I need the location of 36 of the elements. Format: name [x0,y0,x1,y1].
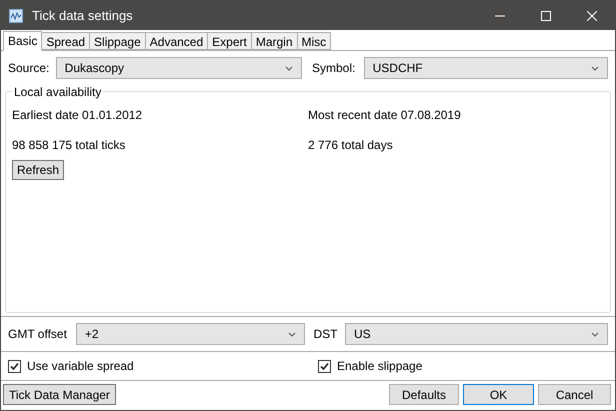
maximize-icon [541,10,551,20]
dropdown-caret-icon [590,66,599,70]
total-days-text: 2 776 total days [308,137,394,154]
total-ticks-text: 98 858 175 total ticks [12,137,126,154]
checkbox[interactable] [8,360,21,372]
symbol-label: Symbol: [312,60,356,77]
dst-label: DST [313,326,338,343]
tab[interactable]: Spread [41,32,90,50]
source-dropdown[interactable]: Dukascopy [56,57,302,79]
earliest-date-text: Earliest date 01.01.2012 [12,107,144,124]
dst-dropdown[interactable]: US [344,323,608,345]
gmt-offset-label: GMT offset [8,326,68,343]
app-icon [9,8,23,22]
tab[interactable]: Expert [207,32,252,50]
tab[interactable]: Basic [3,31,42,51]
defaults-button[interactable]: Defaults [389,384,459,405]
dropdown-caret-icon [288,332,296,336]
gmt-offset-dropdown[interactable]: +2 [76,323,306,345]
tab[interactable]: Advanced [144,32,208,50]
tick-data-manager-button[interactable]: Tick Data Manager [3,384,116,405]
symbol-dropdown[interactable]: USDCHF [364,57,608,79]
source-label: Source: [8,60,50,77]
cancel-button[interactable]: Cancel [538,384,611,405]
tab[interactable]: Margin [250,32,298,50]
checkbox[interactable] [318,360,331,372]
close-icon [587,10,597,20]
tab[interactable]: Slippage [89,32,146,50]
ok-button[interactable]: OK [463,384,534,405]
window-title: Tick data settings [32,6,133,25]
dropdown-caret-icon [285,66,293,70]
checkbox-label: Enable slippage [337,358,422,375]
most-recent-date-text: Most recent date 07.08.2019 [308,107,462,124]
tab[interactable]: Misc [296,32,332,50]
dropdown-caret-icon [591,332,599,336]
checkbox-label: Use variable spread [27,358,134,375]
refresh-button[interactable]: Refresh [12,160,64,180]
